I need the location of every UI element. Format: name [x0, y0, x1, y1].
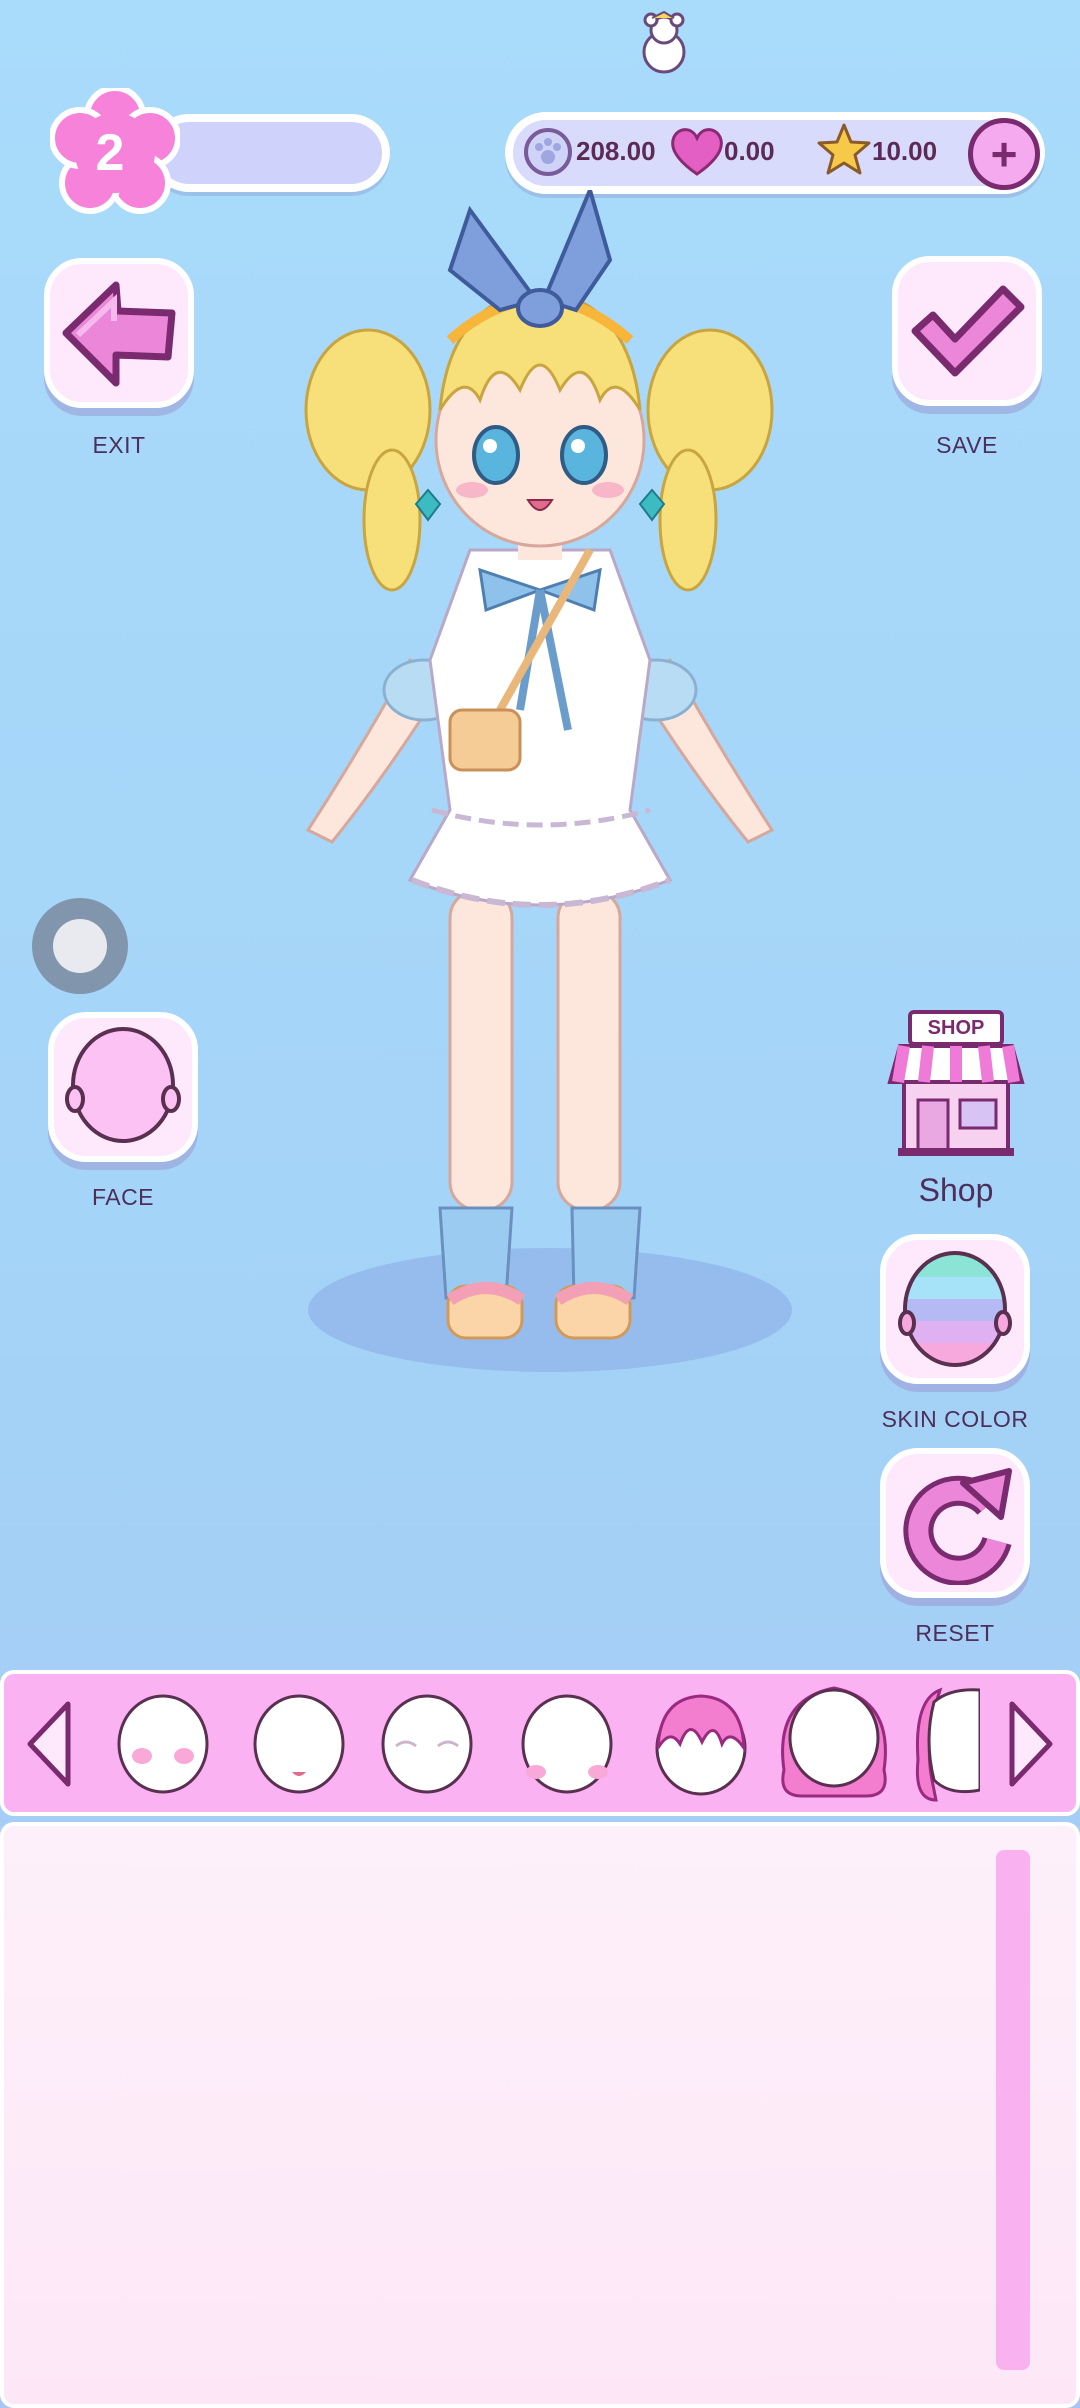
skin-color-button[interactable] — [880, 1234, 1030, 1384]
cheeks-item-icon[interactable] — [512, 1688, 622, 1798]
star-value: 10.00 — [872, 136, 938, 166]
paw-coin-value: 208.00 — [576, 136, 656, 166]
checkmark-icon — [911, 285, 1025, 377]
blush-item-icon[interactable] — [108, 1688, 218, 1798]
panel-scrollbar[interactable] — [996, 1850, 1030, 2370]
carousel-right-arrow-icon[interactable] — [1000, 1696, 1060, 1792]
carousel-left-arrow-icon[interactable] — [20, 1696, 80, 1792]
exit-button[interactable] — [44, 258, 194, 408]
shop-sign-label: SHOP — [927, 1017, 985, 1039]
mouth-item-icon[interactable] — [244, 1688, 354, 1798]
save-label: SAVE — [936, 432, 998, 458]
add-currency-button[interactable]: + — [968, 118, 1040, 190]
hair-front-item-icon[interactable] — [646, 1688, 756, 1798]
face-icon — [65, 1027, 181, 1143]
face-label: FACE — [91, 1184, 155, 1210]
level-number: 2 — [95, 124, 125, 182]
face-button[interactable] — [48, 1012, 198, 1162]
item-selection-panel — [0, 1822, 1080, 2408]
hair-side-item-icon[interactable] — [910, 1680, 980, 1804]
reset-label: RESET — [915, 1620, 995, 1646]
shop-label: Shop — [918, 1172, 994, 1208]
skin-color-label: SKIN COLOR — [881, 1406, 1029, 1432]
character-doll — [304, 190, 775, 1340]
heart-icon — [671, 128, 723, 176]
hair-back-item-icon[interactable] — [770, 1680, 898, 1804]
save-button[interactable] — [892, 256, 1042, 406]
closed-eyes-item-icon[interactable] — [372, 1688, 482, 1798]
back-arrow-icon — [62, 281, 176, 387]
toggle-circle-icon[interactable] — [30, 896, 130, 996]
star-icon — [817, 123, 871, 175]
rainbow-head-icon — [898, 1251, 1012, 1367]
level-progress-bar — [150, 114, 390, 192]
exit-label: EXIT — [92, 432, 146, 458]
reset-arrow-icon — [903, 1468, 1012, 1585]
paw-coin-icon — [524, 128, 572, 176]
reset-button[interactable] — [880, 1448, 1030, 1598]
mascot-icon — [642, 10, 686, 74]
heart-value: 0.00 — [724, 136, 775, 166]
